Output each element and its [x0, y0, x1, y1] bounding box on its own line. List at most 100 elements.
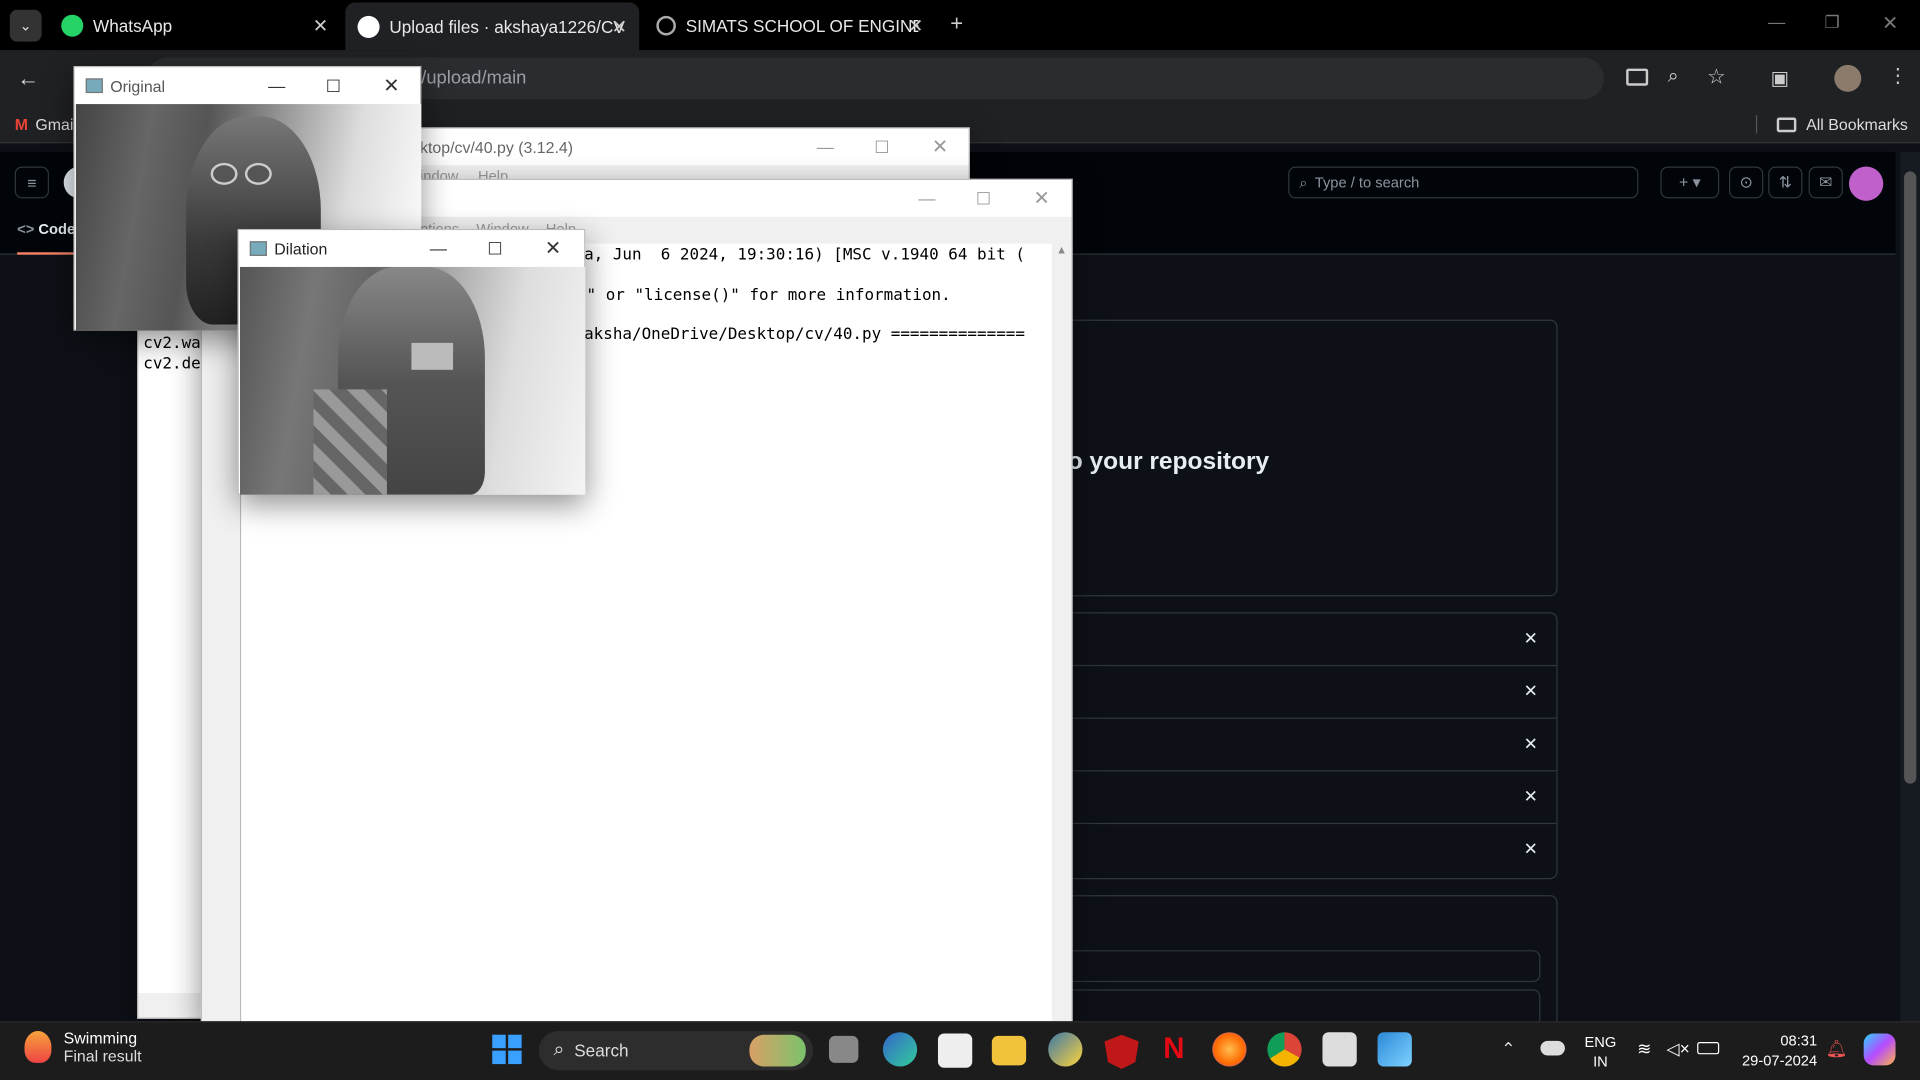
- create-new-button[interactable]: + ▾: [1660, 166, 1720, 199]
- output-line: " or "license()" for more information.: [586, 286, 951, 305]
- store-icon[interactable]: [937, 1033, 973, 1068]
- back-icon[interactable]: ←: [17, 66, 39, 92]
- start-icon[interactable]: [492, 1034, 522, 1065]
- scrollbar-thumb[interactable]: [1904, 171, 1917, 784]
- globe-icon: [656, 15, 676, 36]
- code-line: cv2.de: [143, 355, 201, 374]
- code-icon: <>: [17, 220, 39, 238]
- clock[interactable]: 08:31 29-07-2024: [1736, 1031, 1817, 1070]
- close-icon[interactable]: ✕: [612, 15, 627, 38]
- output-line: aksha/OneDrive/Desktop/cv/40.py ========…: [584, 325, 1025, 345]
- dropzone-heading: o your repository: [1067, 448, 1270, 476]
- window-title: Dilation: [274, 239, 328, 258]
- show-hidden-icons[interactable]: ⌃: [1501, 1038, 1515, 1059]
- dilation-titlebar: Dilation — ☐ ✕: [238, 230, 585, 267]
- list-item: ✕: [1072, 613, 1558, 667]
- new-tab-button[interactable]: +: [950, 11, 963, 37]
- maximize-button[interactable]: ☐: [874, 129, 889, 166]
- idle-icon[interactable]: [1322, 1032, 1357, 1067]
- minimize-button[interactable]: —: [918, 180, 935, 217]
- zoom-icon[interactable]: ⌕: [1668, 66, 1679, 88]
- maximize-button[interactable]: ☐: [326, 67, 341, 104]
- menu-icon[interactable]: ⋮: [1888, 64, 1908, 88]
- photos-icon[interactable]: [1377, 1032, 1412, 1067]
- copilot-icon[interactable]: [1863, 1033, 1896, 1066]
- close-icon[interactable]: ✕: [1524, 733, 1538, 754]
- original-titlebar: Original — ☐ ✕: [74, 67, 421, 105]
- edge-icon[interactable]: [882, 1032, 918, 1067]
- language-indicator[interactable]: ENG IN: [1585, 1032, 1617, 1071]
- search-icon: ⌕: [1299, 173, 1308, 191]
- list-item: ✕: [1072, 666, 1558, 719]
- close-button[interactable]: ✕: [383, 67, 399, 104]
- commit-message-input[interactable]: [1065, 950, 1541, 983]
- battery-icon[interactable]: [1697, 1042, 1720, 1055]
- profile-avatar[interactable]: [1834, 64, 1862, 92]
- wifi-icon[interactable]: ≋: [1637, 1038, 1651, 1059]
- close-icon[interactable]: ✕: [1524, 839, 1538, 860]
- tab-simats[interactable]: SIMATS SCHOOL OF ENGINEER ✕: [644, 7, 935, 44]
- install-icon[interactable]: [1626, 68, 1649, 86]
- firefox-icon[interactable]: [1212, 1032, 1247, 1067]
- task-view-icon[interactable]: [828, 1035, 859, 1063]
- chrome-icon[interactable]: [1267, 1032, 1302, 1067]
- close-icon[interactable]: ✕: [1524, 628, 1538, 649]
- taskbar-search[interactable]: ⌕ Search: [538, 1031, 814, 1071]
- issues-icon[interactable]: ⊙: [1728, 166, 1764, 199]
- file-explorer-icon[interactable]: [991, 1035, 1027, 1066]
- weather-subtitle: Final result: [63, 1046, 142, 1066]
- star-icon[interactable]: ☆: [1707, 65, 1726, 89]
- swimming-icon: [24, 1031, 52, 1063]
- search-input[interactable]: ⌕ Type / to search: [1288, 166, 1639, 199]
- close-button[interactable]: ✕: [1033, 180, 1049, 217]
- inbox-icon[interactable]: ✉: [1808, 166, 1843, 199]
- close-button[interactable]: ✕: [545, 230, 561, 267]
- dilation-window: Dilation — ☐ ✕: [237, 228, 586, 495]
- user-avatar[interactable]: [1848, 166, 1884, 201]
- onedrive-icon[interactable]: [1540, 1040, 1565, 1056]
- tab-whatsapp[interactable]: WhatsApp ✕: [49, 7, 340, 44]
- restore-button[interactable]: ❐: [1825, 12, 1840, 33]
- minimize-button[interactable]: —: [430, 230, 447, 267]
- netflix-icon[interactable]: N: [1163, 1032, 1184, 1066]
- page-scrollbar[interactable]: [1900, 151, 1920, 1022]
- window-title: Original: [110, 76, 166, 95]
- notification-bell-icon[interactable]: 🔔︎: [1826, 1038, 1848, 1059]
- bookmark-gmail[interactable]: M Gmai: [15, 115, 74, 133]
- close-icon[interactable]: ✕: [313, 15, 328, 37]
- close-button[interactable]: ✕: [1882, 11, 1898, 35]
- minimize-button[interactable]: —: [817, 129, 834, 166]
- minimize-button[interactable]: —: [1768, 12, 1785, 32]
- all-bookmarks[interactable]: All Bookmarks: [1755, 115, 1908, 134]
- close-button[interactable]: ✕: [932, 129, 948, 166]
- hamburger-icon[interactable]: ≡: [14, 166, 49, 199]
- url-text: /upload/main: [421, 67, 527, 89]
- tab-search-button[interactable]: ⌄: [9, 9, 42, 42]
- weather-widget[interactable]: Swimming Final result: [24, 1028, 142, 1066]
- list-item: ✕: [1073, 824, 1558, 877]
- tab-title: Upload files · akshaya1226/CV: [389, 16, 625, 37]
- nav-code[interactable]: <> Code: [17, 220, 79, 255]
- whatsapp-icon: [61, 14, 84, 37]
- github-icon: [357, 15, 380, 38]
- maximize-button[interactable]: ☐: [976, 180, 991, 217]
- scroll-up-icon[interactable]: ▲: [1052, 244, 1072, 256]
- shell-line-gutter: [202, 243, 242, 1023]
- close-icon[interactable]: ✕: [908, 15, 923, 37]
- folder-icon: [1776, 116, 1797, 132]
- close-icon[interactable]: ✕: [1524, 681, 1538, 702]
- close-icon[interactable]: ✕: [1524, 786, 1538, 807]
- volume-muted-icon[interactable]: ◁×: [1667, 1038, 1690, 1059]
- minimize-button[interactable]: —: [268, 67, 285, 104]
- pull-requests-icon[interactable]: ⇅: [1768, 166, 1803, 199]
- maximize-button[interactable]: ☐: [487, 230, 502, 267]
- list-item: ✕: [1072, 771, 1558, 825]
- gmail-icon: M: [14, 115, 28, 134]
- tab-github-upload[interactable]: Upload files · akshaya1226/CV ✕: [345, 2, 640, 51]
- shell-scrollbar[interactable]: ▲: [1051, 243, 1072, 1023]
- weather-title: Swimming: [63, 1028, 138, 1047]
- code-line: cv2.wa: [143, 334, 201, 353]
- python-icon[interactable]: [1048, 1032, 1083, 1067]
- date: 29-07-2024: [1741, 1051, 1818, 1069]
- extensions-icon[interactable]: ▣: [1771, 66, 1790, 90]
